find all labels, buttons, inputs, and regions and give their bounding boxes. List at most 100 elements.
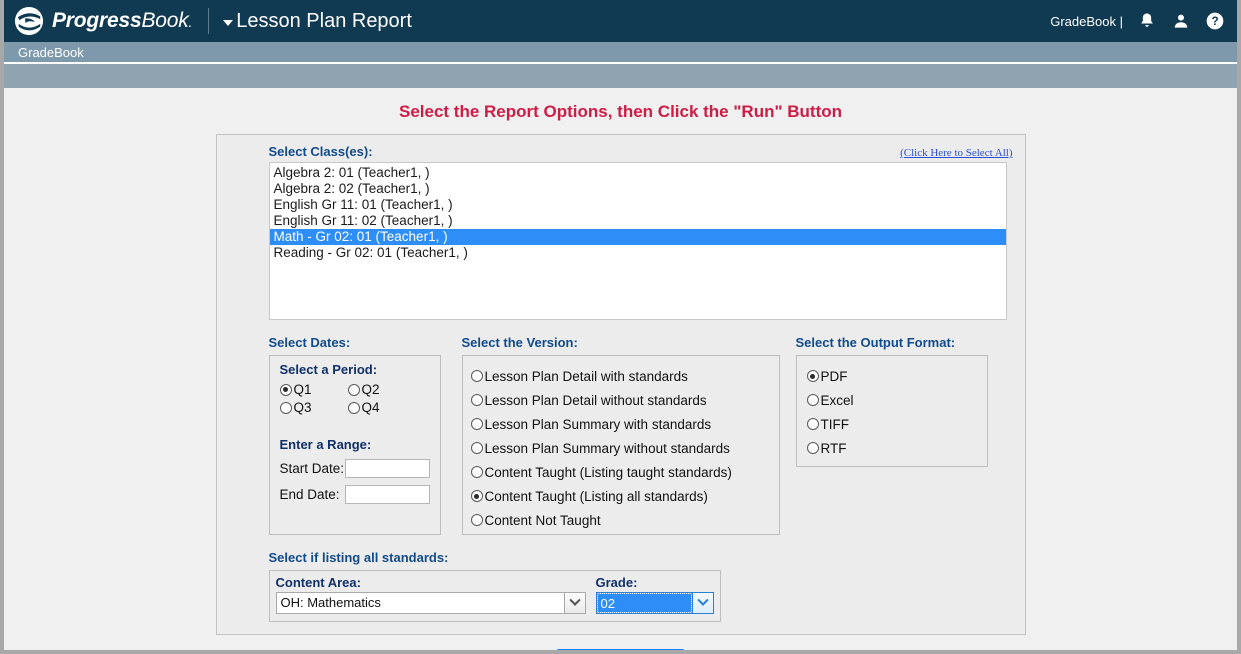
select-dates-label: Select Dates: xyxy=(268,335,351,350)
end-date-input[interactable] xyxy=(344,485,430,504)
select-all-link[interactable]: (Click Here to Select All) xyxy=(900,147,1012,159)
grade-label: Grade: xyxy=(595,575,638,590)
start-date-label: Start Date: xyxy=(279,461,345,476)
radio-version-content-not-taught[interactable]: Content Not Taught xyxy=(470,508,773,532)
page-title[interactable]: Lesson Plan Report xyxy=(223,10,412,33)
version-fieldbox: Lesson Plan Detail with standards Lesson… xyxy=(461,355,780,535)
start-date-row: Start Date: xyxy=(280,459,430,478)
radio-icon[interactable] xyxy=(279,383,292,396)
select-version-label: Select the Version: xyxy=(461,335,578,350)
radio-period-q2[interactable]: Q2 xyxy=(347,382,416,397)
breadcrumb-item-gradebook[interactable]: GradeBook xyxy=(18,45,84,60)
period-radio-group: Q1 Q2 Q3 Q4 xyxy=(279,382,430,415)
svg-text:?: ? xyxy=(1211,15,1218,28)
radio-period-q3[interactable]: Q3 xyxy=(279,400,348,415)
output-fieldbox: PDF Excel TIFF RTF xyxy=(795,355,988,467)
end-date-label: End Date: xyxy=(279,487,340,502)
enter-range-label: Enter a Range: xyxy=(279,437,372,452)
list-item-selected[interactable]: Math - Gr 02: 01 (Teacher1, ) xyxy=(269,229,1006,245)
dates-fieldbox: Select a Period: Q1 Q2 Q3 Q4 Enter a Ran… xyxy=(268,355,441,535)
radio-icon[interactable] xyxy=(806,442,819,454)
content-area-label: Content Area: xyxy=(275,575,361,590)
list-item[interactable]: English Gr 11: 01 (Teacher1, ) xyxy=(270,197,1006,213)
grade-group: Grade: 02 xyxy=(595,575,714,614)
select-classes-label: Select Class(es): xyxy=(268,144,373,159)
radio-icon[interactable] xyxy=(470,490,483,502)
radio-output-rtf[interactable]: RTF xyxy=(806,436,981,460)
help-icon[interactable]: ? xyxy=(1205,10,1225,32)
list-item[interactable]: Reading - Gr 02: 01 (Teacher1, ) xyxy=(270,245,1006,261)
radio-icon[interactable] xyxy=(806,370,819,382)
grade-value: 02 xyxy=(596,593,692,613)
radio-version-content-taught-all-standards[interactable]: Content Taught (Listing all standards) xyxy=(470,484,773,508)
radio-icon[interactable] xyxy=(347,383,360,396)
list-item[interactable]: English Gr 11: 02 (Teacher1, ) xyxy=(270,213,1006,229)
classes-listbox[interactable]: Algebra 2: 01 (Teacher1, ) Algebra 2: 02… xyxy=(268,162,1007,320)
radio-icon[interactable] xyxy=(347,401,360,414)
radio-icon[interactable] xyxy=(470,442,483,454)
radio-icon[interactable] xyxy=(470,418,483,430)
user-context-label: GradeBook | xyxy=(1050,13,1123,29)
bell-icon[interactable] xyxy=(1137,10,1157,32)
content-area-group: Content Area: OH: Mathematics xyxy=(275,575,586,614)
progressbook-logo-icon xyxy=(14,6,44,36)
run-report-button[interactable]: Run the Report xyxy=(555,649,686,650)
radio-icon[interactable] xyxy=(279,401,292,414)
user-icon[interactable] xyxy=(1171,10,1191,32)
options-columns: Select Dates: Select a Period: Q1 Q2 Q3 … xyxy=(268,334,1015,535)
chevron-down-icon[interactable] xyxy=(223,19,234,26)
report-options-panel: Select Class(es): (Click Here to Select … xyxy=(215,134,1026,635)
radio-label: Q3 xyxy=(293,400,312,415)
radio-period-q4[interactable]: Q4 xyxy=(347,400,416,415)
radio-output-excel[interactable]: Excel xyxy=(806,388,981,412)
chevron-down-icon[interactable] xyxy=(691,592,714,614)
radio-label: Q4 xyxy=(361,400,380,415)
radio-version-summary-with-standards[interactable]: Lesson Plan Summary with standards xyxy=(470,412,773,436)
list-item[interactable]: Algebra 2: 01 (Teacher1, ) xyxy=(270,165,1006,181)
radio-icon[interactable] xyxy=(470,466,483,478)
chevron-down-icon[interactable] xyxy=(563,592,586,614)
app-window: ProgressBook. Lesson Plan Report GradeBo… xyxy=(0,0,1241,654)
run-button-row: Run the Report xyxy=(4,649,1237,650)
radio-output-tiff[interactable]: TIFF xyxy=(806,412,981,436)
radio-label: Content Taught (Listing taught standards… xyxy=(484,464,732,480)
start-date-input[interactable] xyxy=(344,459,430,478)
radio-period-q1[interactable]: Q1 xyxy=(279,382,348,397)
radio-output-pdf[interactable]: PDF xyxy=(806,364,981,388)
main-content: Select the Report Options, then Click th… xyxy=(4,88,1237,650)
radio-label: RTF xyxy=(820,440,847,456)
radio-label: Lesson Plan Detail without standards xyxy=(484,392,707,408)
radio-icon[interactable] xyxy=(806,418,819,430)
radio-version-detail-without-standards[interactable]: Lesson Plan Detail without standards xyxy=(470,388,773,412)
radio-icon[interactable] xyxy=(470,514,483,526)
list-item[interactable]: Algebra 2: 02 (Teacher1, ) xyxy=(270,181,1006,197)
dates-column: Select Dates: Select a Period: Q1 Q2 Q3 … xyxy=(268,334,441,535)
radio-label: Excel xyxy=(820,392,854,408)
brand-text: ProgressBook. xyxy=(52,9,193,32)
radio-label: Lesson Plan Summary with standards xyxy=(484,416,712,432)
output-format-column: Select the Output Format: PDF Excel TIFF… xyxy=(795,334,988,535)
header-divider xyxy=(208,8,210,34)
select-output-format-label: Select the Output Format: xyxy=(795,335,956,350)
radio-icon[interactable] xyxy=(470,370,483,382)
instruction-headline: Select the Report Options, then Click th… xyxy=(398,102,843,121)
radio-version-content-taught-taught-standards[interactable]: Content Taught (Listing taught standards… xyxy=(470,460,773,484)
breadcrumb: GradeBook xyxy=(4,42,1237,64)
standards-fieldbox: Content Area: OH: Mathematics Grade: 02 xyxy=(268,570,721,622)
radio-label: PDF xyxy=(820,368,848,384)
app-header: ProgressBook. Lesson Plan Report GradeBo… xyxy=(4,0,1237,42)
radio-version-detail-with-standards[interactable]: Lesson Plan Detail with standards xyxy=(470,364,773,388)
brand-logo[interactable]: ProgressBook. xyxy=(14,6,192,36)
radio-icon[interactable] xyxy=(806,394,819,406)
content-area-value: OH: Mathematics xyxy=(275,592,564,614)
radio-label: Content Taught (Listing all standards) xyxy=(484,488,708,504)
classes-header-row: Select Class(es): (Click Here to Select … xyxy=(227,144,1015,162)
radio-label: Lesson Plan Detail with standards xyxy=(484,368,688,384)
grade-select[interactable]: 02 xyxy=(595,592,714,614)
radio-version-summary-without-standards[interactable]: Lesson Plan Summary without standards xyxy=(470,436,773,460)
version-column: Select the Version: Lesson Plan Detail w… xyxy=(461,334,780,535)
radio-label: Q1 xyxy=(293,382,312,397)
grade-value-wrap: 02 xyxy=(595,592,692,614)
radio-icon[interactable] xyxy=(470,394,483,406)
content-area-select[interactable]: OH: Mathematics xyxy=(275,592,586,614)
